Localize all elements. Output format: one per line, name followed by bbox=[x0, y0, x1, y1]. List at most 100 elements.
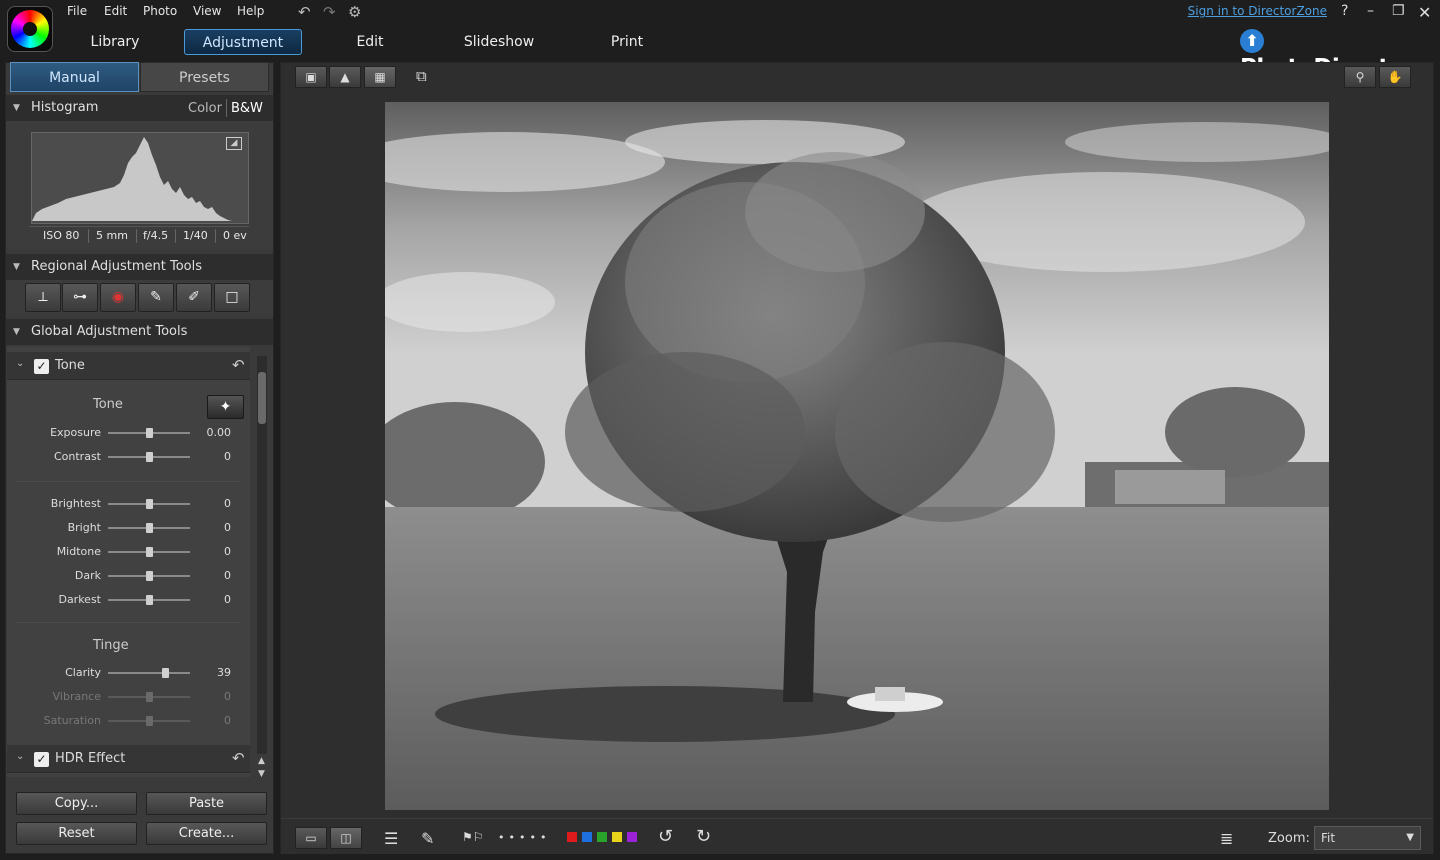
rating-dots-icon[interactable]: ••••• bbox=[498, 831, 550, 844]
tab-manual[interactable]: Manual bbox=[10, 62, 139, 92]
rotate-stack-icon[interactable]: ☰ bbox=[384, 829, 398, 848]
regional-tools-header[interactable]: ▼ Regional Adjustment Tools bbox=[6, 254, 273, 280]
create-preset-button[interactable]: Create... bbox=[146, 822, 267, 845]
midtone-slider-handle[interactable] bbox=[146, 547, 153, 557]
paste-button[interactable]: Paste bbox=[146, 792, 267, 815]
regional-tools-title: Regional Adjustment Tools bbox=[31, 259, 203, 274]
single-photo-view-icon[interactable]: ▭ bbox=[295, 827, 327, 849]
compare-photos-view-icon[interactable]: ◫ bbox=[330, 827, 362, 849]
spot-removal-icon[interactable]: ⊶ bbox=[62, 283, 98, 312]
reset-button[interactable]: Reset bbox=[16, 822, 137, 845]
saturation-label: Saturation bbox=[43, 714, 101, 727]
chevron-down-icon[interactable]: ⌄ bbox=[16, 358, 24, 369]
sign-in-link[interactable]: Sign in to DirectorZone bbox=[1188, 4, 1327, 18]
histogram-bw-toggle[interactable]: B&W bbox=[231, 101, 263, 116]
vibrance-slider-handle[interactable] bbox=[146, 692, 153, 702]
bright-value[interactable]: 0 bbox=[195, 521, 231, 534]
tab-slideshow[interactable]: Slideshow bbox=[455, 29, 543, 55]
crop-tool-icon[interactable]: ⟂ bbox=[25, 283, 61, 312]
darkest-slider-handle[interactable] bbox=[146, 595, 153, 605]
menu-edit[interactable]: Edit bbox=[104, 4, 127, 20]
brand-arrow-icon: ⬆ bbox=[1240, 29, 1264, 53]
redo-icon[interactable]: ↷ bbox=[323, 3, 336, 21]
tab-print[interactable]: Print bbox=[600, 29, 654, 55]
hdr-reset-icon[interactable]: ↶ bbox=[232, 749, 245, 767]
tab-library[interactable]: Library bbox=[80, 29, 150, 55]
bright-slider-handle[interactable] bbox=[146, 523, 153, 533]
global-tools-header[interactable]: ▼ Global Adjustment Tools bbox=[6, 319, 273, 345]
scroll-down-icon[interactable]: ▼ bbox=[258, 769, 265, 779]
midtone-label: Midtone bbox=[56, 545, 101, 558]
radial-filter-icon[interactable]: □ bbox=[214, 283, 250, 312]
midtone-value[interactable]: 0 bbox=[195, 545, 231, 558]
contrast-value[interactable]: 0 bbox=[195, 450, 231, 463]
flag-icon[interactable]: ⚑⚐ bbox=[462, 830, 484, 844]
brightest-slider-handle[interactable] bbox=[146, 499, 153, 509]
color-label-green[interactable] bbox=[597, 832, 607, 842]
color-label-blue[interactable] bbox=[582, 832, 592, 842]
pan-hand-icon[interactable]: ✋ bbox=[1379, 66, 1411, 88]
clipping-warning-icon[interactable]: ◢ bbox=[226, 137, 242, 150]
exif-sep bbox=[215, 229, 216, 243]
magnifier-icon[interactable]: ⚲ bbox=[1344, 66, 1376, 88]
restore-icon[interactable]: ❐ bbox=[1392, 3, 1405, 19]
exposure-slider-handle[interactable] bbox=[146, 428, 153, 438]
brightest-value[interactable]: 0 bbox=[195, 497, 231, 510]
chevron-down-icon[interactable]: ⌄ bbox=[16, 751, 24, 762]
tab-presets[interactable]: Presets bbox=[140, 62, 269, 92]
minimize-icon[interactable]: – bbox=[1367, 3, 1374, 19]
color-label-yellow[interactable] bbox=[612, 832, 622, 842]
grid-view-icon[interactable]: ▦ bbox=[364, 66, 396, 88]
global-tools-title: Global Adjustment Tools bbox=[31, 324, 188, 339]
undo-icon[interactable]: ↶ bbox=[298, 3, 311, 21]
help-icon[interactable]: ? bbox=[1341, 3, 1348, 19]
clarity-value[interactable]: 39 bbox=[195, 666, 231, 679]
tone-reset-icon[interactable]: ↶ bbox=[232, 356, 245, 374]
hdr-enable-checkbox[interactable]: ✓ bbox=[34, 752, 49, 767]
vibrance-value[interactable]: 0 bbox=[195, 690, 231, 703]
adjustment-brush-icon[interactable]: ✎ bbox=[138, 283, 174, 312]
rotate-left-icon[interactable]: ↺ bbox=[658, 826, 673, 847]
menu-help[interactable]: Help bbox=[237, 4, 264, 20]
scrollbar-thumb[interactable] bbox=[258, 372, 266, 424]
scroll-up-icon[interactable]: ▲ bbox=[258, 756, 265, 766]
second-display-icon[interactable]: ⧉ bbox=[416, 67, 427, 85]
menu-photo[interactable]: Photo bbox=[143, 4, 177, 20]
close-icon[interactable]: ✕ bbox=[1418, 3, 1431, 22]
view-options-icon[interactable]: ≣ bbox=[1220, 829, 1233, 848]
tab-adjustment[interactable]: Adjustment bbox=[184, 29, 302, 55]
darkest-value[interactable]: 0 bbox=[195, 593, 231, 606]
color-label-purple[interactable] bbox=[627, 832, 637, 842]
tone-section-title: Tone bbox=[55, 358, 85, 373]
saturation-value[interactable]: 0 bbox=[195, 714, 231, 727]
exif-iso: ISO 80 bbox=[43, 229, 80, 242]
exposure-value[interactable]: 0.00 bbox=[195, 426, 232, 439]
red-eye-icon[interactable]: ◉ bbox=[100, 283, 136, 312]
dark-value[interactable]: 0 bbox=[195, 569, 231, 582]
histogram-color-toggle[interactable]: Color bbox=[188, 101, 222, 116]
tab-edit[interactable]: Edit bbox=[340, 29, 400, 55]
clarity-slider[interactable] bbox=[108, 672, 190, 674]
menu-file[interactable]: File bbox=[67, 4, 87, 20]
compare-view-icon[interactable]: ▣ bbox=[295, 66, 327, 88]
copy-button[interactable]: Copy... bbox=[16, 792, 137, 815]
app-logo[interactable] bbox=[7, 6, 53, 52]
saturation-slider-handle[interactable] bbox=[146, 716, 153, 726]
auto-tone-wand-icon[interactable]: ✦ bbox=[207, 395, 244, 419]
dark-slider-handle[interactable] bbox=[146, 571, 153, 581]
menu-view[interactable]: View bbox=[193, 4, 221, 20]
rotate-right-icon[interactable]: ↻ bbox=[696, 826, 711, 847]
graduated-filter-icon[interactable]: ✐ bbox=[176, 283, 212, 312]
edit-tag-icon[interactable]: ✎ bbox=[421, 829, 434, 848]
zoom-select[interactable]: Fit ▼ bbox=[1314, 826, 1421, 850]
contrast-slider-handle[interactable] bbox=[146, 452, 153, 462]
collapse-triangle-icon: ▼ bbox=[13, 327, 20, 337]
single-view-icon[interactable]: ▲ bbox=[329, 66, 361, 88]
photo-canvas[interactable] bbox=[385, 102, 1329, 810]
tone-enable-checkbox[interactable]: ✓ bbox=[34, 359, 49, 374]
exif-sep bbox=[175, 229, 176, 243]
settings-gear-icon[interactable]: ⚙ bbox=[348, 3, 361, 21]
tone-group-label: Tone bbox=[93, 397, 123, 412]
clarity-slider-handle[interactable] bbox=[162, 668, 169, 678]
color-label-red[interactable] bbox=[567, 832, 577, 842]
